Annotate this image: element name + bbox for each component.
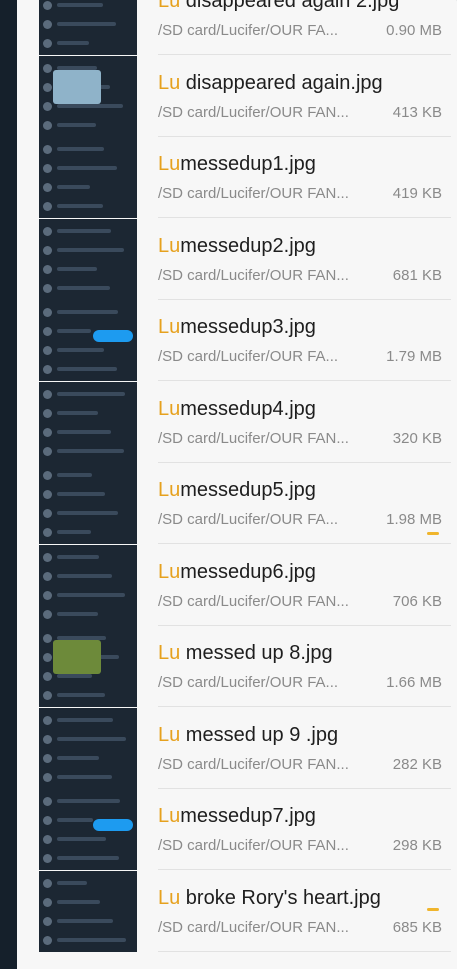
file-thumbnail xyxy=(39,707,137,789)
file-path: /SD card/Lucifer/OUR FAN... xyxy=(158,837,349,854)
file-list-item[interactable]: Lu disappeared again.jpg/SD card/Lucifer… xyxy=(17,55,457,137)
file-path: /SD card/Lucifer/OUR FA... xyxy=(158,511,339,528)
search-match-highlight: Lu xyxy=(158,560,181,583)
file-size: 0.90 MB xyxy=(386,22,442,39)
file-thumbnail xyxy=(39,381,137,463)
file-size: 282 KB xyxy=(392,755,442,773)
file-size: 1.66 MB xyxy=(386,674,442,691)
file-name: Lu disappeared again.jpg xyxy=(158,72,383,95)
file-thumbnail xyxy=(39,870,137,952)
file-list-panel: Lu disappeared again 2.jpg/SD card/Lucif… xyxy=(17,0,457,969)
file-list-item[interactable]: Lumessedup3.jpg/SD card/Lucifer/OUR FA..… xyxy=(17,300,457,381)
file-name: Lu broke Rory's heart.jpg xyxy=(158,887,381,910)
file-size: 419 KB xyxy=(392,185,442,202)
file-name-rest: messedup4.jpg xyxy=(180,397,316,420)
file-thumbnail xyxy=(39,626,137,707)
file-path: /SD card/Lucifer/OUR FAN... xyxy=(158,592,349,610)
file-name: Lu disappeared again 2.jpg xyxy=(158,0,399,13)
search-match-highlight: Lu xyxy=(158,153,181,175)
file-size: 1.79 MB xyxy=(386,348,442,365)
file-name-rest: messedup3.jpg xyxy=(180,316,316,338)
file-name: Lu messed up 9 .jpg xyxy=(158,724,338,747)
file-path: /SD card/Lucifer/OUR FA... xyxy=(158,348,339,365)
file-name: Lumessedup3.jpg xyxy=(158,316,316,339)
file-thumbnail xyxy=(39,544,137,626)
search-match-highlight: Lu xyxy=(158,71,181,94)
file-thumbnail xyxy=(39,137,137,218)
file-name: Lumessedup7.jpg xyxy=(158,805,316,828)
file-thumbnail xyxy=(39,0,137,55)
file-thumbnail xyxy=(39,789,137,870)
file-list-item[interactable]: Lumessedup4.jpg/SD card/Lucifer/OUR FAN.… xyxy=(17,381,457,463)
file-name: Lu messed up 8.jpg xyxy=(158,642,333,665)
file-thumbnail xyxy=(39,55,137,137)
file-name-rest: messedup5.jpg xyxy=(180,479,316,501)
file-path: /SD card/Lucifer/OUR FA... xyxy=(158,674,339,691)
file-size: 413 KB xyxy=(392,103,442,121)
file-name-rest: disappeared again.jpg xyxy=(180,71,383,94)
fast-scroll-marker[interactable] xyxy=(427,532,439,535)
file-size: 681 KB xyxy=(392,266,442,284)
file-name-rest: broke Rory's heart.jpg xyxy=(180,886,381,909)
file-name-rest: messedup6.jpg xyxy=(180,560,316,583)
file-size: 706 KB xyxy=(392,592,442,610)
file-list-item[interactable]: Lu messed up 9 .jpg/SD card/Lucifer/OUR … xyxy=(17,707,457,789)
search-match-highlight: Lu xyxy=(158,234,181,257)
file-name: Lumessedup4.jpg xyxy=(158,398,316,421)
row-divider xyxy=(158,950,451,952)
file-path: /SD card/Lucifer/OUR FAN... xyxy=(158,185,349,202)
file-size: 1.98 MB xyxy=(386,511,442,528)
file-list-item[interactable]: Lumessedup7.jpg/SD card/Lucifer/OUR FAN.… xyxy=(17,789,457,870)
file-path: /SD card/Lucifer/OUR FAN... xyxy=(158,755,349,773)
file-path: /SD card/Lucifer/OUR FAN... xyxy=(158,266,349,284)
file-name-rest: messedup2.jpg xyxy=(180,234,316,257)
file-name-rest: messedup1.jpg xyxy=(180,153,316,175)
file-name-rest: disappeared again 2.jpg xyxy=(180,0,400,12)
file-size: 320 KB xyxy=(392,429,442,447)
search-match-highlight: Lu xyxy=(158,642,181,664)
file-name: Lumessedup5.jpg xyxy=(158,479,316,502)
file-path: /SD card/Lucifer/OUR FAN... xyxy=(158,429,349,447)
file-name-rest: messed up 9 .jpg xyxy=(180,723,339,746)
file-thumbnail xyxy=(39,218,137,300)
search-match-highlight: Lu xyxy=(158,723,181,746)
file-name-rest: messedup7.jpg xyxy=(180,805,316,827)
file-size: 298 KB xyxy=(392,837,442,854)
search-match-highlight: Lu xyxy=(158,397,181,420)
file-list-item[interactable]: Lu disappeared again 2.jpg/SD card/Lucif… xyxy=(17,0,457,55)
file-name-rest: messed up 8.jpg xyxy=(180,642,333,664)
file-list-item[interactable]: Lumessedup6.jpg/SD card/Lucifer/OUR FAN.… xyxy=(17,544,457,626)
file-size: 685 KB xyxy=(392,918,442,936)
search-match-highlight: Lu xyxy=(158,316,181,338)
search-match-highlight: Lu xyxy=(158,805,181,827)
search-match-highlight: Lu xyxy=(158,886,181,909)
file-name: Lumessedup6.jpg xyxy=(158,561,316,584)
file-path: /SD card/Lucifer/OUR FAN... xyxy=(158,103,349,121)
file-list-item[interactable]: Lu messed up 8.jpg/SD card/Lucifer/OUR F… xyxy=(17,626,457,707)
file-list-item[interactable]: Lu broke Rory's heart.jpg/SD card/Lucife… xyxy=(17,870,457,952)
file-thumbnail xyxy=(39,463,137,544)
file-path: /SD card/Lucifer/OUR FAN... xyxy=(158,918,349,936)
file-path: /SD card/Lucifer/OUR FA... xyxy=(158,22,339,39)
file-list-item[interactable]: Lumessedup1.jpg/SD card/Lucifer/OUR FAN.… xyxy=(17,137,457,218)
search-match-highlight: Lu xyxy=(158,0,181,12)
file-thumbnail xyxy=(39,300,137,381)
file-name: Lumessedup2.jpg xyxy=(158,235,316,258)
file-name: Lumessedup1.jpg xyxy=(158,153,316,176)
fast-scroll-marker[interactable] xyxy=(427,908,439,911)
file-list-item[interactable]: Lumessedup2.jpg/SD card/Lucifer/OUR FAN.… xyxy=(17,218,457,300)
file-list-item[interactable]: Lumessedup5.jpg/SD card/Lucifer/OUR FA..… xyxy=(17,463,457,544)
screenshot-frame: Lu disappeared again 2.jpg/SD card/Lucif… xyxy=(0,0,457,969)
search-match-highlight: Lu xyxy=(158,479,181,501)
